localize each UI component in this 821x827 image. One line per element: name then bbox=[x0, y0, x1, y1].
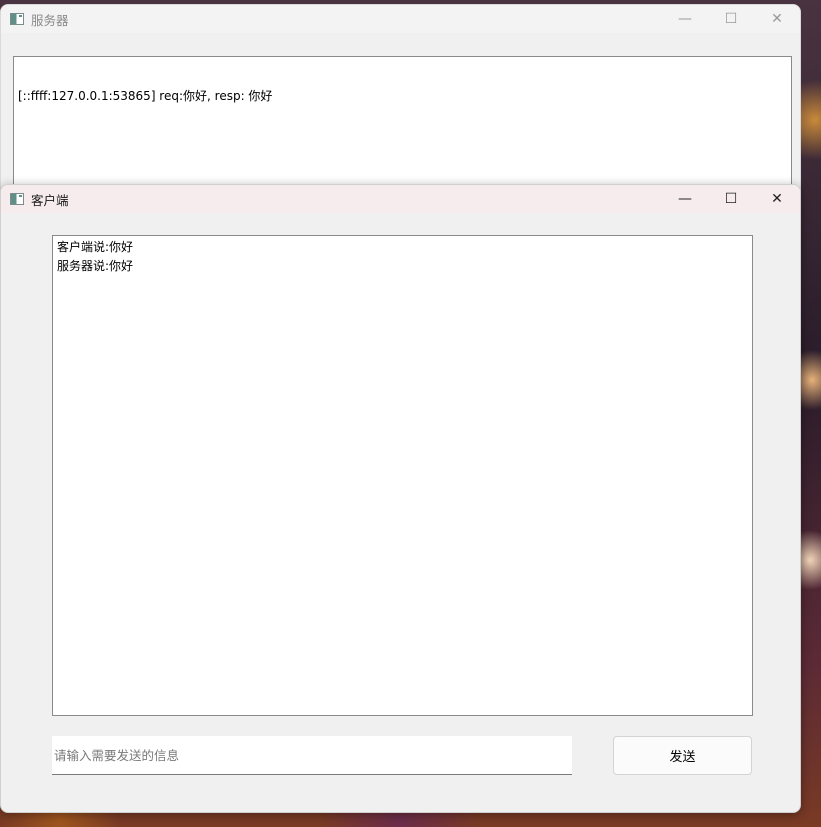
client-window: 客户端 — ☐ ✕ 客户端说:你好 服务器说:你好 发送 bbox=[0, 184, 801, 813]
server-window-title: 服务器 bbox=[31, 12, 69, 28]
message-input[interactable] bbox=[52, 736, 572, 775]
close-icon[interactable]: ✕ bbox=[754, 185, 800, 213]
minimize-icon[interactable]: — bbox=[662, 185, 708, 213]
app-window-icon bbox=[10, 193, 24, 205]
server-titlebar[interactable]: 服务器 — ☐ ✕ bbox=[1, 5, 800, 33]
chat-line-server: 服务器说:你好 bbox=[57, 259, 134, 273]
server-log-textarea[interactable]: [::ffff:127.0.0.1:53865] req:你好, resp: 你… bbox=[13, 56, 792, 203]
maximize-icon[interactable]: ☐ bbox=[708, 185, 754, 213]
close-icon[interactable]: ✕ bbox=[754, 5, 800, 33]
chat-line-client: 客户端说:你好 bbox=[57, 240, 134, 254]
maximize-icon[interactable]: ☐ bbox=[708, 5, 754, 33]
client-titlebar[interactable]: 客户端 — ☐ ✕ bbox=[1, 185, 800, 213]
chat-history-textarea[interactable]: 客户端说:你好 服务器说:你好 bbox=[52, 235, 753, 716]
client-window-title: 客户端 bbox=[31, 192, 69, 208]
server-window: 服务器 — ☐ ✕ [::ffff:127.0.0.1:53865] req:你… bbox=[0, 4, 801, 204]
server-log-line: [::ffff:127.0.0.1:53865] req:你好, resp: 你… bbox=[18, 89, 273, 103]
send-button[interactable]: 发送 bbox=[613, 736, 752, 775]
app-window-icon bbox=[10, 13, 24, 25]
minimize-icon[interactable]: — bbox=[662, 5, 708, 33]
